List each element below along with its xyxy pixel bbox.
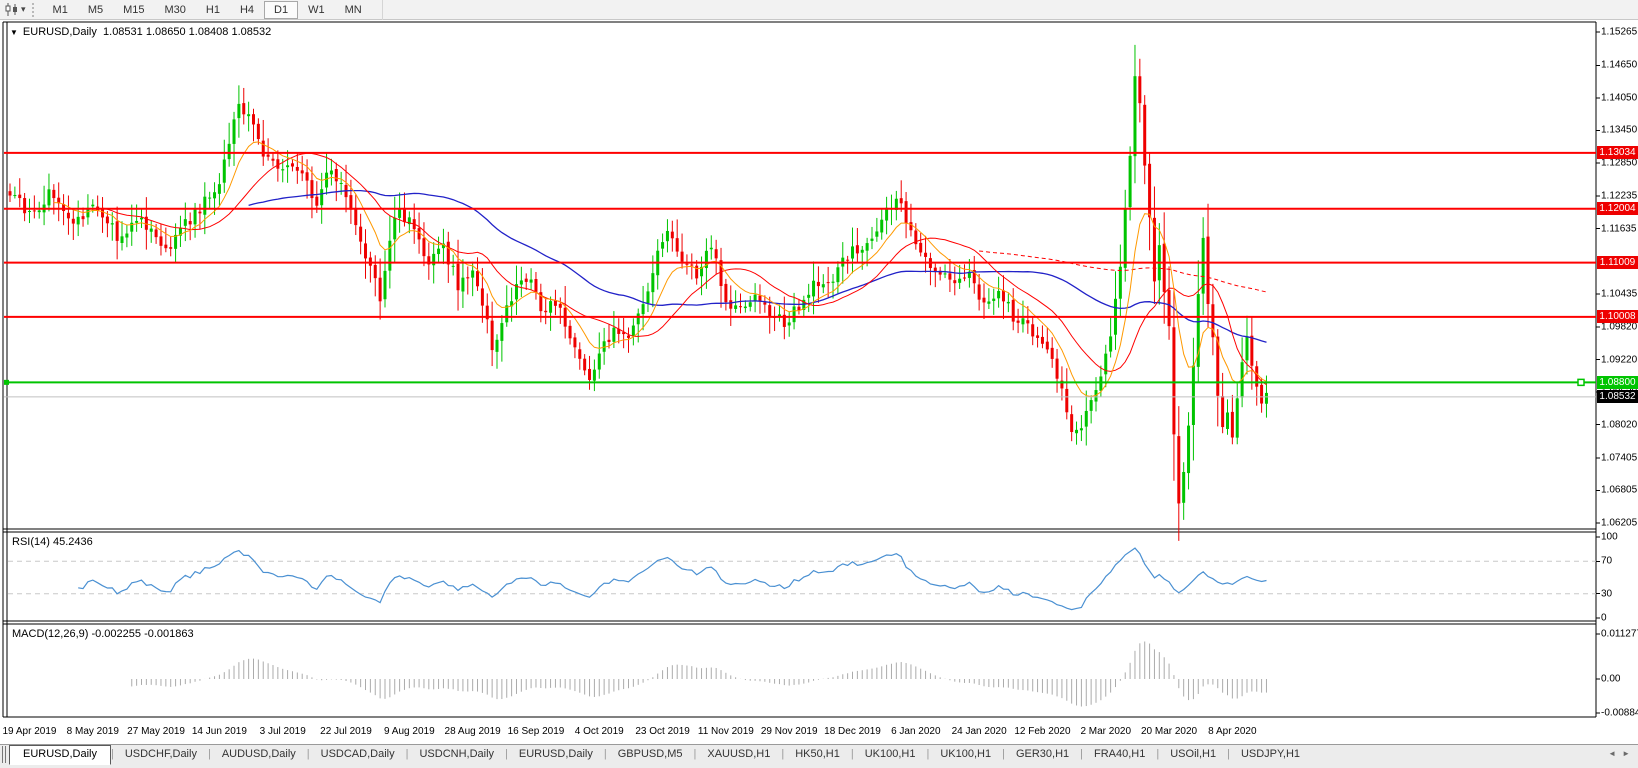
timeframe-button-m15[interactable]: M15 bbox=[113, 1, 154, 19]
date-axis-label: 29 Nov 2019 bbox=[761, 726, 818, 737]
rsi-axis-tick: 30 bbox=[1601, 588, 1612, 599]
timeframe-buttons-group: M1M5M15M30H1H4D1W1MN bbox=[43, 0, 383, 20]
date-axis-label: 8 May 2019 bbox=[67, 726, 119, 737]
timeframe-button-m1[interactable]: M1 bbox=[43, 1, 78, 19]
chart-tab-bar: EURUSD,Daily|USDCHF,Daily|AUDUSD,Daily|U… bbox=[0, 744, 1638, 768]
date-axis-label: 16 Sep 2019 bbox=[508, 726, 565, 737]
timeframe-button-m5[interactable]: M5 bbox=[78, 1, 113, 19]
price-axis-tick: 1.07405 bbox=[1601, 452, 1637, 463]
date-axis-label: 23 Oct 2019 bbox=[635, 726, 689, 737]
rsi-axis-tick: 0 bbox=[1601, 613, 1607, 624]
support-line-right-handle[interactable] bbox=[1578, 379, 1584, 385]
toolbar-grip[interactable] bbox=[32, 3, 37, 17]
chart-title-ohlc: 1.08531 1.08650 1.08408 1.08532 bbox=[103, 26, 271, 38]
tab-bar-grip[interactable] bbox=[2, 746, 6, 763]
rsi-indicator-label: RSI(14) 45.2436 bbox=[12, 536, 93, 548]
timeframe-button-d1[interactable]: D1 bbox=[264, 1, 298, 19]
chart-title-symbol: EURUSD,Daily bbox=[23, 26, 97, 38]
axis-tick-marks bbox=[1596, 32, 1600, 713]
chart-window: ▼ EURUSD,Daily 1.08531 1.08650 1.08408 1.… bbox=[0, 20, 1638, 744]
trading-app-window: ▾ M1M5M15M30H1H4D1W1MN ▼ EURUSD,Daily 1.0… bbox=[0, 0, 1638, 768]
candles-group bbox=[9, 45, 1268, 541]
collapse-triangle-icon[interactable]: ▼ bbox=[10, 28, 18, 37]
chart-tab-fra40-h1[interactable]: FRA40,H1 bbox=[1083, 746, 1156, 763]
chart-tab-eurusd-daily[interactable]: EURUSD,Daily bbox=[9, 745, 111, 765]
timeframe-button-h1[interactable]: H1 bbox=[196, 1, 230, 19]
date-axis-label: 6 Jan 2020 bbox=[891, 726, 941, 737]
chart-tab-usdcad-daily[interactable]: USDCAD,Daily bbox=[310, 746, 406, 763]
date-axis-label: 20 Mar 2020 bbox=[1141, 726, 1197, 737]
resistance-price-label: 1.12004 bbox=[1597, 202, 1638, 215]
date-axis-label: 28 Aug 2019 bbox=[445, 726, 501, 737]
chart-tabs-group: EURUSD,Daily|USDCHF,Daily|AUDUSD,Daily|U… bbox=[9, 745, 1604, 765]
price-axis-tick: 1.06205 bbox=[1601, 517, 1637, 528]
date-axis-label: 18 Dec 2019 bbox=[824, 726, 881, 737]
price-axis-tick: 1.12235 bbox=[1601, 191, 1637, 202]
rsi-axis-tick: 70 bbox=[1601, 556, 1612, 567]
scroll-right-icon[interactable]: ► bbox=[1622, 749, 1630, 758]
price-axis-tick: 1.14650 bbox=[1601, 60, 1637, 71]
ma-slow-line bbox=[249, 191, 1267, 343]
chart-tab-hk50-h1[interactable]: HK50,H1 bbox=[784, 746, 851, 763]
ma-mid-line bbox=[103, 153, 1267, 385]
date-axis-label: 2 Mar 2020 bbox=[1080, 726, 1131, 737]
chart-tab-usdjpy-h1[interactable]: USDJPY,H1 bbox=[1230, 746, 1311, 763]
price-axis-tick: 1.15265 bbox=[1601, 27, 1637, 38]
chart-tab-usoil-h1[interactable]: USOil,H1 bbox=[1159, 746, 1227, 763]
price-axis-tick: 1.09220 bbox=[1601, 354, 1637, 365]
date-axis-label: 8 Apr 2020 bbox=[1208, 726, 1256, 737]
price-axis-tick: 1.14050 bbox=[1601, 92, 1637, 103]
chart-tab-xauusd-h1[interactable]: XAUUSD,H1 bbox=[696, 746, 781, 763]
chart-tab-gbpusd-m5[interactable]: GBPUSD,M5 bbox=[607, 746, 694, 763]
macd-indicator-label: MACD(12,26,9) -0.002255 -0.001863 bbox=[12, 628, 194, 640]
chart-tab-ger30-h1[interactable]: GER30,H1 bbox=[1005, 746, 1080, 763]
timeframe-button-mn[interactable]: MN bbox=[335, 1, 372, 19]
date-axis-label: 19 Apr 2019 bbox=[3, 726, 57, 737]
resistance-price-label: 1.11009 bbox=[1597, 256, 1638, 269]
macd-axis-tick: 0.00 bbox=[1601, 674, 1620, 685]
macd-histogram-group bbox=[132, 642, 1267, 707]
price-axis-tick: 1.06805 bbox=[1601, 485, 1637, 496]
date-axis-label: 22 Jul 2019 bbox=[320, 726, 372, 737]
price-axis-tick: 1.13450 bbox=[1601, 125, 1637, 136]
chart-tab-uk100-h1[interactable]: UK100,H1 bbox=[854, 746, 927, 763]
support-price-label: 1.08800 bbox=[1597, 376, 1638, 389]
date-axis-label: 12 Feb 2020 bbox=[1014, 726, 1070, 737]
date-axis-label: 9 Aug 2019 bbox=[384, 726, 435, 737]
chevron-down-icon[interactable]: ▾ bbox=[21, 4, 26, 15]
support-line-left-handle[interactable] bbox=[4, 380, 9, 385]
date-axis-label: 4 Oct 2019 bbox=[575, 726, 624, 737]
tab-scroll-arrows: ◄ ► bbox=[1604, 745, 1638, 758]
chart-title: ▼ EURUSD,Daily 1.08531 1.08650 1.08408 1.… bbox=[10, 26, 271, 38]
date-axis-label: 27 May 2019 bbox=[127, 726, 185, 737]
ma-fast-line bbox=[54, 142, 1267, 397]
chart-canvas[interactable] bbox=[0, 20, 1638, 744]
chart-tab-eurusd-daily[interactable]: EURUSD,Daily bbox=[508, 746, 604, 763]
date-axis-label: 3 Jul 2019 bbox=[260, 726, 306, 737]
chart-tab-audusd-daily[interactable]: AUDUSD,Daily bbox=[211, 746, 307, 763]
macd-axis-tick: 0.011277 bbox=[1601, 629, 1638, 640]
timeframe-button-h4[interactable]: H4 bbox=[230, 1, 264, 19]
timeframe-toolbar: ▾ M1M5M15M30H1H4D1W1MN bbox=[0, 0, 1638, 20]
chart-tab-usdchf-daily[interactable]: USDCHF,Daily bbox=[114, 746, 208, 763]
price-axis-tick: 1.08020 bbox=[1601, 419, 1637, 430]
rsi-line bbox=[78, 548, 1266, 610]
macd-axis-tick: -0.008845 bbox=[1601, 708, 1638, 719]
chart-tab-usdcnh-daily[interactable]: USDCNH,Daily bbox=[408, 746, 505, 763]
chart-frame bbox=[3, 22, 1596, 717]
rsi-axis-tick: 100 bbox=[1601, 532, 1618, 543]
date-axis-label: 14 Jun 2019 bbox=[192, 726, 247, 737]
current-price-price-label: 1.08532 bbox=[1597, 390, 1638, 403]
price-axis-tick: 1.10435 bbox=[1601, 288, 1637, 299]
price-axis-tick: 1.11635 bbox=[1601, 223, 1636, 234]
candlestick-chart-icon[interactable] bbox=[3, 2, 21, 18]
resistance-price-label: 1.13034 bbox=[1597, 146, 1638, 159]
date-axis-label: 11 Nov 2019 bbox=[698, 726, 754, 737]
date-axis-label: 24 Jan 2020 bbox=[952, 726, 1007, 737]
chart-tab-uk100-h1[interactable]: UK100,H1 bbox=[929, 746, 1002, 763]
timeframe-button-w1[interactable]: W1 bbox=[298, 1, 335, 19]
timeframe-button-m30[interactable]: M30 bbox=[155, 1, 196, 19]
resistance-price-label: 1.10008 bbox=[1597, 310, 1638, 323]
scroll-left-icon[interactable]: ◄ bbox=[1608, 749, 1616, 758]
